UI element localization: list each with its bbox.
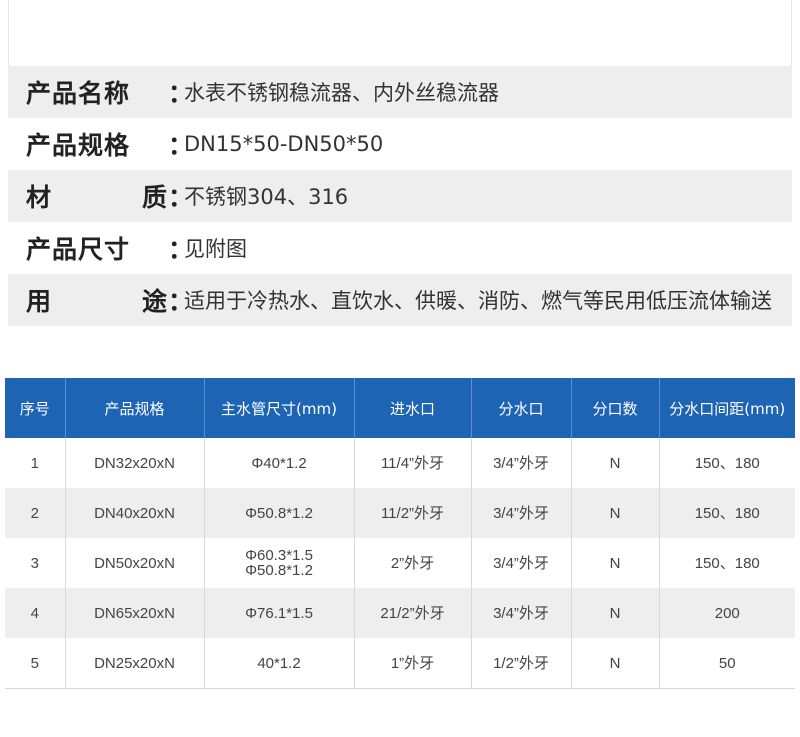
info-label: 用途 [26, 282, 168, 318]
header-outlet: 分水口 [471, 378, 572, 438]
info-value: 水表不锈钢稳流器、内外丝稳流器 [184, 81, 499, 105]
info-value: 不锈钢304、316 [184, 185, 349, 209]
cell-outlet: 3/4”外牙 [471, 588, 572, 638]
cell-inlet: 1”外牙 [354, 638, 472, 689]
info-colon: ： [168, 183, 194, 212]
cell-no: 4 [5, 588, 66, 638]
cell-no: 5 [5, 638, 66, 689]
info-label-text: 产品规格 [26, 131, 131, 160]
cell-count: N [571, 488, 660, 538]
info-row-spec: 产品规格 ： DN15*50-DN50*50 [8, 118, 792, 170]
cell-main-pipe: 40*1.2 [204, 638, 355, 689]
cell-spec: DN40x20xN [65, 488, 205, 538]
info-colon: ： [168, 79, 194, 108]
info-label-text: 产品名称 [26, 79, 131, 108]
cell-spec: DN65x20xN [65, 588, 205, 638]
cell-count: N [571, 438, 660, 488]
cell-outlet: 3/4”外牙 [471, 488, 572, 538]
info-colon: ： [168, 287, 194, 316]
info-colon: ： [168, 131, 194, 160]
cell-no: 1 [5, 438, 66, 488]
header-main-pipe: 主水管尺寸(mm) [204, 378, 355, 438]
cell-main-pipe-line-2: Φ50.8*1.2 [245, 562, 313, 579]
cell-main-pipe: Φ60.3*1.5 Φ50.8*1.2 [204, 538, 355, 588]
cell-inlet: 11/2”外牙 [354, 488, 472, 538]
info-value: 适用于冷热水、直饮水、供暖、消防、燃气等民用低压流体输送 [184, 289, 772, 313]
table-header-row: 序号 产品规格 主水管尺寸(mm) 进水口 分水口 分口数 分水口间距(mm) [5, 378, 795, 438]
info-label: 产品规格 [26, 126, 168, 162]
info-label-text-end: 质 [141, 183, 168, 212]
cell-spec: DN32x20xN [65, 438, 205, 488]
info-label-text-end: 途 [141, 287, 168, 316]
info-label-text: 材 [26, 183, 53, 212]
table-row: 2 DN40x20xN Φ50.8*1.2 11/2”外牙 3/4”外牙 N 1… [5, 488, 795, 538]
cell-spacing: 150、180 [659, 538, 795, 588]
cell-spacing: 150、180 [659, 488, 795, 538]
info-value: DN15*50-DN50*50 [184, 132, 384, 156]
info-value: 见附图 [184, 237, 247, 261]
info-label: 产品名称 [26, 74, 168, 110]
cell-main-pipe: Φ50.8*1.2 [204, 488, 355, 538]
cell-inlet: 21/2”外牙 [354, 588, 472, 638]
cell-count: N [571, 638, 660, 689]
cell-outlet: 1/2”外牙 [471, 638, 572, 689]
info-row-usage: 用途：适用于冷热水、直饮水、供暖、消防、燃气等民用低压流体输送 [8, 274, 792, 326]
info-label-text: 用 [26, 287, 53, 316]
info-label: 材质 [26, 178, 168, 214]
cell-main-pipe: Φ76.1*1.5 [204, 588, 355, 638]
info-label: 产品尺寸 [26, 230, 168, 266]
cell-spacing: 150、180 [659, 438, 795, 488]
header-no: 序号 [5, 378, 66, 438]
top-frame [8, 0, 792, 66]
cell-spacing: 50 [659, 638, 795, 689]
cell-outlet: 3/4”外牙 [471, 438, 572, 488]
cell-count: N [571, 588, 660, 638]
header-count: 分口数 [571, 378, 660, 438]
cell-main-pipe-line-1: Φ60.3*1.5 [245, 547, 313, 564]
header-spacing: 分水口间距(mm) [659, 378, 795, 438]
table-row: 3 DN50x20xN Φ60.3*1.5 Φ50.8*1.2 2”外牙 3/4”… [5, 538, 795, 588]
table-row: 5 DN25x20xN 40*1.2 1”外牙 1/2”外牙 N 50 [5, 638, 795, 689]
cell-outlet: 3/4”外牙 [471, 538, 572, 588]
cell-spacing: 200 [659, 588, 795, 638]
cell-inlet: 11/4”外牙 [354, 438, 472, 488]
cell-inlet: 2”外牙 [354, 538, 472, 588]
table-row: 4 DN65x20xN Φ76.1*1.5 21/2”外牙 3/4”外牙 N 2… [5, 588, 795, 638]
spec-table: 序号 产品规格 主水管尺寸(mm) 进水口 分水口 分口数 分水口间距(mm) … [5, 378, 795, 689]
info-label-text: 产品尺寸 [26, 235, 131, 264]
cell-spec: DN50x20xN [65, 538, 205, 588]
table-row: 1 DN32x20xN Φ40*1.2 11/4”外牙 3/4”外牙 N 150… [5, 438, 795, 488]
cell-no: 2 [5, 488, 66, 538]
cell-main-pipe: Φ40*1.2 [204, 438, 355, 488]
cell-count: N [571, 538, 660, 588]
info-row-name: 产品名称 ：水表不锈钢稳流器、内外丝稳流器 [8, 66, 792, 118]
cell-no: 3 [5, 538, 66, 588]
cell-spec: DN25x20xN [65, 638, 205, 689]
header-spec: 产品规格 [65, 378, 205, 438]
info-colon: ： [168, 235, 194, 264]
product-info-list: 产品名称：水表不锈钢稳流器、内外丝稳流器 产品规格： DN15*50-DN50*5… [8, 66, 792, 326]
info-row-size: 产品尺寸 ：见附图 [8, 222, 792, 274]
spec-table-wrap: 序号 产品规格 主水管尺寸(mm) 进水口 分水口 分口数 分水口间距(mm) … [5, 378, 795, 689]
header-inlet: 进水口 [354, 378, 472, 438]
info-row-material: 材质：不锈钢304、316 [8, 170, 792, 222]
